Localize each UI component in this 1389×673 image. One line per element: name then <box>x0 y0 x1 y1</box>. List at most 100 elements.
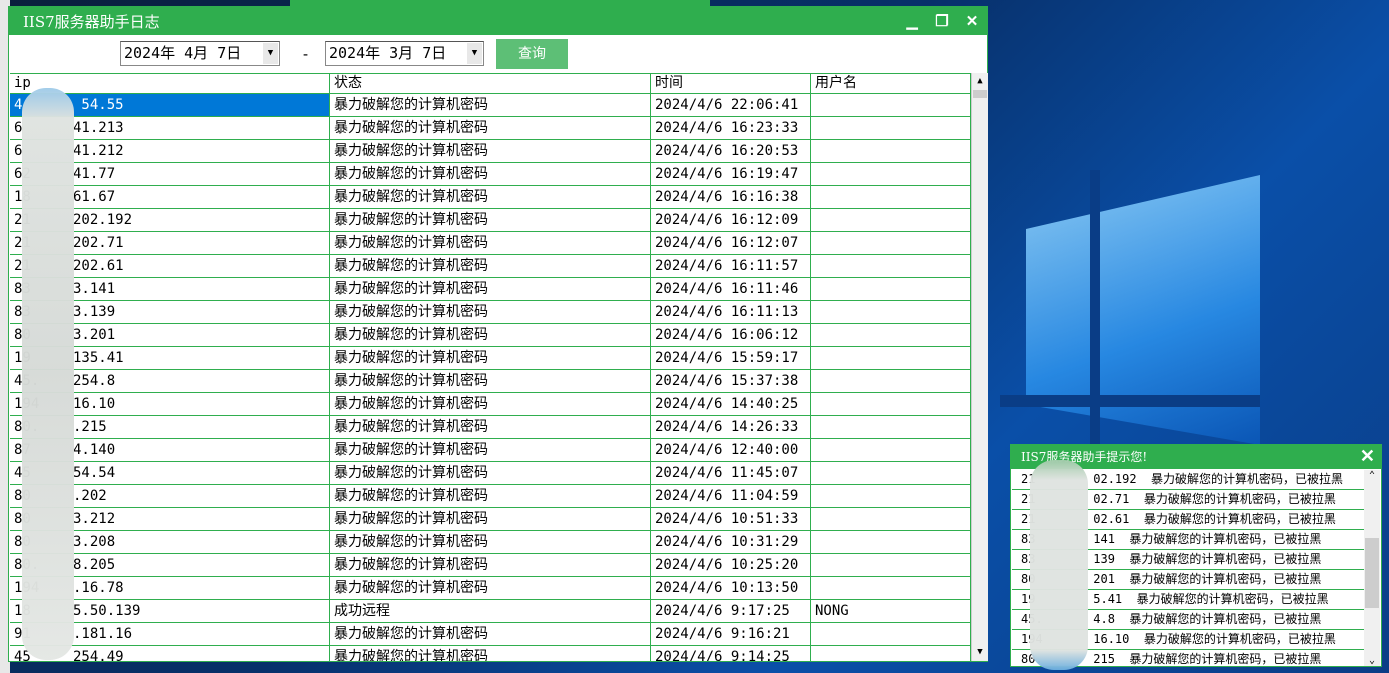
username-cell <box>811 531 971 553</box>
status-cell: 暴力破解您的计算机密码 <box>330 370 651 392</box>
table-row[interactable]: 80 .202暴力破解您的计算机密码2024/4/6 11:04:59 <box>10 485 971 508</box>
minimize-icon[interactable]: ▁ <box>897 12 927 30</box>
table-row[interactable]: 45 54.54暴力破解您的计算机密码2024/4/6 11:45:07 <box>10 462 971 485</box>
status-cell: 暴力破解您的计算机密码 <box>330 255 651 277</box>
table-row[interactable]: 194 .16.78暴力破解您的计算机密码2024/4/6 10:13:50 <box>10 577 971 600</box>
username-cell <box>811 347 971 369</box>
column-header[interactable]: 时间 <box>651 74 811 93</box>
title-bar: IIS7服务器助手日志 ▁ ❐ ✕ <box>9 7 987 35</box>
time-cell: 2024/4/6 16:06:12 <box>651 324 811 346</box>
status-cell: 暴力破解您的计算机密码 <box>330 554 651 576</box>
chevron-down-icon[interactable]: ▼ <box>467 43 482 64</box>
query-button[interactable]: 查询 <box>496 39 568 69</box>
username-cell <box>811 623 971 645</box>
time-cell: 2024/4/6 16:16:38 <box>651 186 811 208</box>
status-cell: 暴力破解您的计算机密码 <box>330 163 651 185</box>
status-cell: 暴力破解您的计算机密码 <box>330 393 651 415</box>
status-cell: 暴力破解您的计算机密码 <box>330 140 651 162</box>
close-icon[interactable]: ✕ <box>957 12 987 30</box>
table-row[interactable]: 83 3.141暴力破解您的计算机密码2024/4/6 16:11:46 <box>10 278 971 301</box>
scroll-thumb[interactable] <box>973 90 987 98</box>
scroll-down-icon[interactable]: ▼ <box>972 644 988 661</box>
time-cell: 2024/4/6 15:37:38 <box>651 370 811 392</box>
username-cell <box>811 439 971 461</box>
wallpaper-divider <box>1000 395 1260 407</box>
table-row[interactable]: 87 4.140暴力破解您的计算机密码2024/4/6 12:40:00 <box>10 439 971 462</box>
time-cell: 2024/4/6 10:31:29 <box>651 531 811 553</box>
table-row[interactable]: 83 3.139暴力破解您的计算机密码2024/4/6 16:11:13 <box>10 301 971 324</box>
scroll-down-icon[interactable]: ⌄ <box>1364 655 1380 666</box>
table-row[interactable]: 80 3.201暴力破解您的计算机密码2024/4/6 16:06:12 <box>10 324 971 347</box>
time-cell: 2024/4/6 16:11:46 <box>651 278 811 300</box>
status-cell: 暴力破解您的计算机密码 <box>330 278 651 300</box>
table-row[interactable]: 21 202.71暴力破解您的计算机密码2024/4/6 16:12:07 <box>10 232 971 255</box>
time-cell: 2024/4/6 16:11:13 <box>651 301 811 323</box>
toolbar: 2024年 4月 7日 ▼ - 2024年 3月 7日 ▼ 查询 <box>9 35 987 73</box>
date-from-value: 2024年 4月 7日 <box>124 44 242 62</box>
table-row[interactable]: 21 202.61暴力破解您的计算机密码2024/4/6 16:11:57 <box>10 255 971 278</box>
scroll-thumb[interactable] <box>1365 538 1379 608</box>
status-cell: 暴力破解您的计算机密码 <box>330 301 651 323</box>
column-header[interactable]: 状态 <box>330 74 651 93</box>
time-cell: 2024/4/6 9:17:25 <box>651 600 811 622</box>
time-cell: 2024/4/6 16:12:07 <box>651 232 811 254</box>
table-row[interactable]: 80 3.208暴力破解您的计算机密码2024/4/6 10:31:29 <box>10 531 971 554</box>
wallpaper-divider <box>1090 170 1100 450</box>
log-window: IIS7服务器助手日志 ▁ ❐ ✕ 2024年 4月 7日 ▼ - 2024年 … <box>8 6 988 662</box>
date-to-picker[interactable]: 2024年 3月 7日 ▼ <box>325 41 484 66</box>
date-from-picker[interactable]: 2024年 4月 7日 ▼ <box>120 41 280 66</box>
table-row[interactable]: 62 41.77暴力破解您的计算机密码2024/4/6 16:19:47 <box>10 163 971 186</box>
username-cell <box>811 255 971 277</box>
time-cell: 2024/4/6 9:16:21 <box>651 623 811 645</box>
username-cell <box>811 393 971 415</box>
status-cell: 暴力破解您的计算机密码 <box>330 462 651 484</box>
table-row[interactable]: 194 16.10暴力破解您的计算机密码2024/4/6 14:40:25 <box>10 393 971 416</box>
status-cell: 暴力破解您的计算机密码 <box>330 531 651 553</box>
table-row[interactable]: 91 .181.16暴力破解您的计算机密码2024/4/6 9:16:21 <box>10 623 971 646</box>
close-icon[interactable]: ✕ <box>1360 445 1375 469</box>
table-row[interactable]: 21 202.192暴力破解您的计算机密码2024/4/6 16:12:09 <box>10 209 971 232</box>
status-cell: 暴力破解您的计算机密码 <box>330 577 651 599</box>
username-cell <box>811 485 971 507</box>
username-cell <box>811 370 971 392</box>
status-cell: 暴力破解您的计算机密码 <box>330 623 651 645</box>
username-cell <box>811 140 971 162</box>
status-cell: 暴力破解您的计算机密码 <box>330 347 651 369</box>
table-row[interactable]: 6 41.213 暴力破解您的计算机密码 2024/4/6 16:23:33 <box>10 117 971 140</box>
restore-icon[interactable]: ❐ <box>927 12 957 30</box>
username-cell <box>811 117 971 139</box>
time-cell: 2024/4/6 16:19:47 <box>651 163 811 185</box>
time-cell: 2024/4/6 11:45:07 <box>651 462 811 484</box>
status-cell: 成功远程 <box>330 600 651 622</box>
window-title: IIS7服务器助手日志 <box>23 12 160 31</box>
chevron-down-icon[interactable]: ▼ <box>263 43 278 64</box>
table-scrollbar[interactable]: ▲ ▼ <box>971 73 988 661</box>
scroll-up-icon[interactable]: ▲ <box>972 73 988 90</box>
table-row[interactable]: 45 254.49 暴力破解您的计算机密码 2024/4/6 9:14:25 <box>10 646 971 661</box>
date-to-value: 2024年 3月 7日 <box>329 44 447 62</box>
time-cell: 2024/4/6 15:59:17 <box>651 347 811 369</box>
username-cell: NONG <box>811 600 971 622</box>
table-row[interactable]: 45. 254.8暴力破解您的计算机密码2024/4/6 15:37:38 <box>10 370 971 393</box>
table-header: ip 状态 时间 用户名 <box>10 74 971 94</box>
username-cell <box>811 94 971 116</box>
time-cell: 2024/4/6 16:23:33 <box>651 117 811 139</box>
table-row[interactable]: 18 5.50.139 成功远程 2024/4/6 9:17:25 NONG <box>10 600 971 623</box>
username-cell <box>811 508 971 530</box>
table-row[interactable]: 4 54.55 暴力破解您的计算机密码 2024/4/6 22:06:41 <box>10 94 971 117</box>
status-cell: 暴力破解您的计算机密码 <box>330 416 651 438</box>
table-row[interactable]: 6 41.212 暴力破解您的计算机密码 2024/4/6 16:20:53 <box>10 140 971 163</box>
table-row[interactable]: 18 61.67暴力破解您的计算机密码2024/4/6 16:16:38 <box>10 186 971 209</box>
scroll-up-icon[interactable]: ⌃ <box>1364 470 1380 486</box>
date-separator: - <box>301 45 311 63</box>
table-row[interactable]: 80. 8.205暴力破解您的计算机密码2024/4/6 10:25:20 <box>10 554 971 577</box>
username-cell <box>811 163 971 185</box>
status-cell: 暴力破解您的计算机密码 <box>330 324 651 346</box>
popup-scrollbar[interactable]: ⌃ ⌄ <box>1364 470 1380 666</box>
status-cell: 暴力破解您的计算机密码 <box>330 117 651 139</box>
table-row[interactable]: 19 135.41暴力破解您的计算机密码2024/4/6 15:59:17 <box>10 347 971 370</box>
column-header[interactable]: 用户名 <box>811 74 971 93</box>
table-row[interactable]: 80. .215暴力破解您的计算机密码2024/4/6 14:26:33 <box>10 416 971 439</box>
table-row[interactable]: 80 3.212暴力破解您的计算机密码2024/4/6 10:51:33 <box>10 508 971 531</box>
username-cell <box>811 646 971 661</box>
